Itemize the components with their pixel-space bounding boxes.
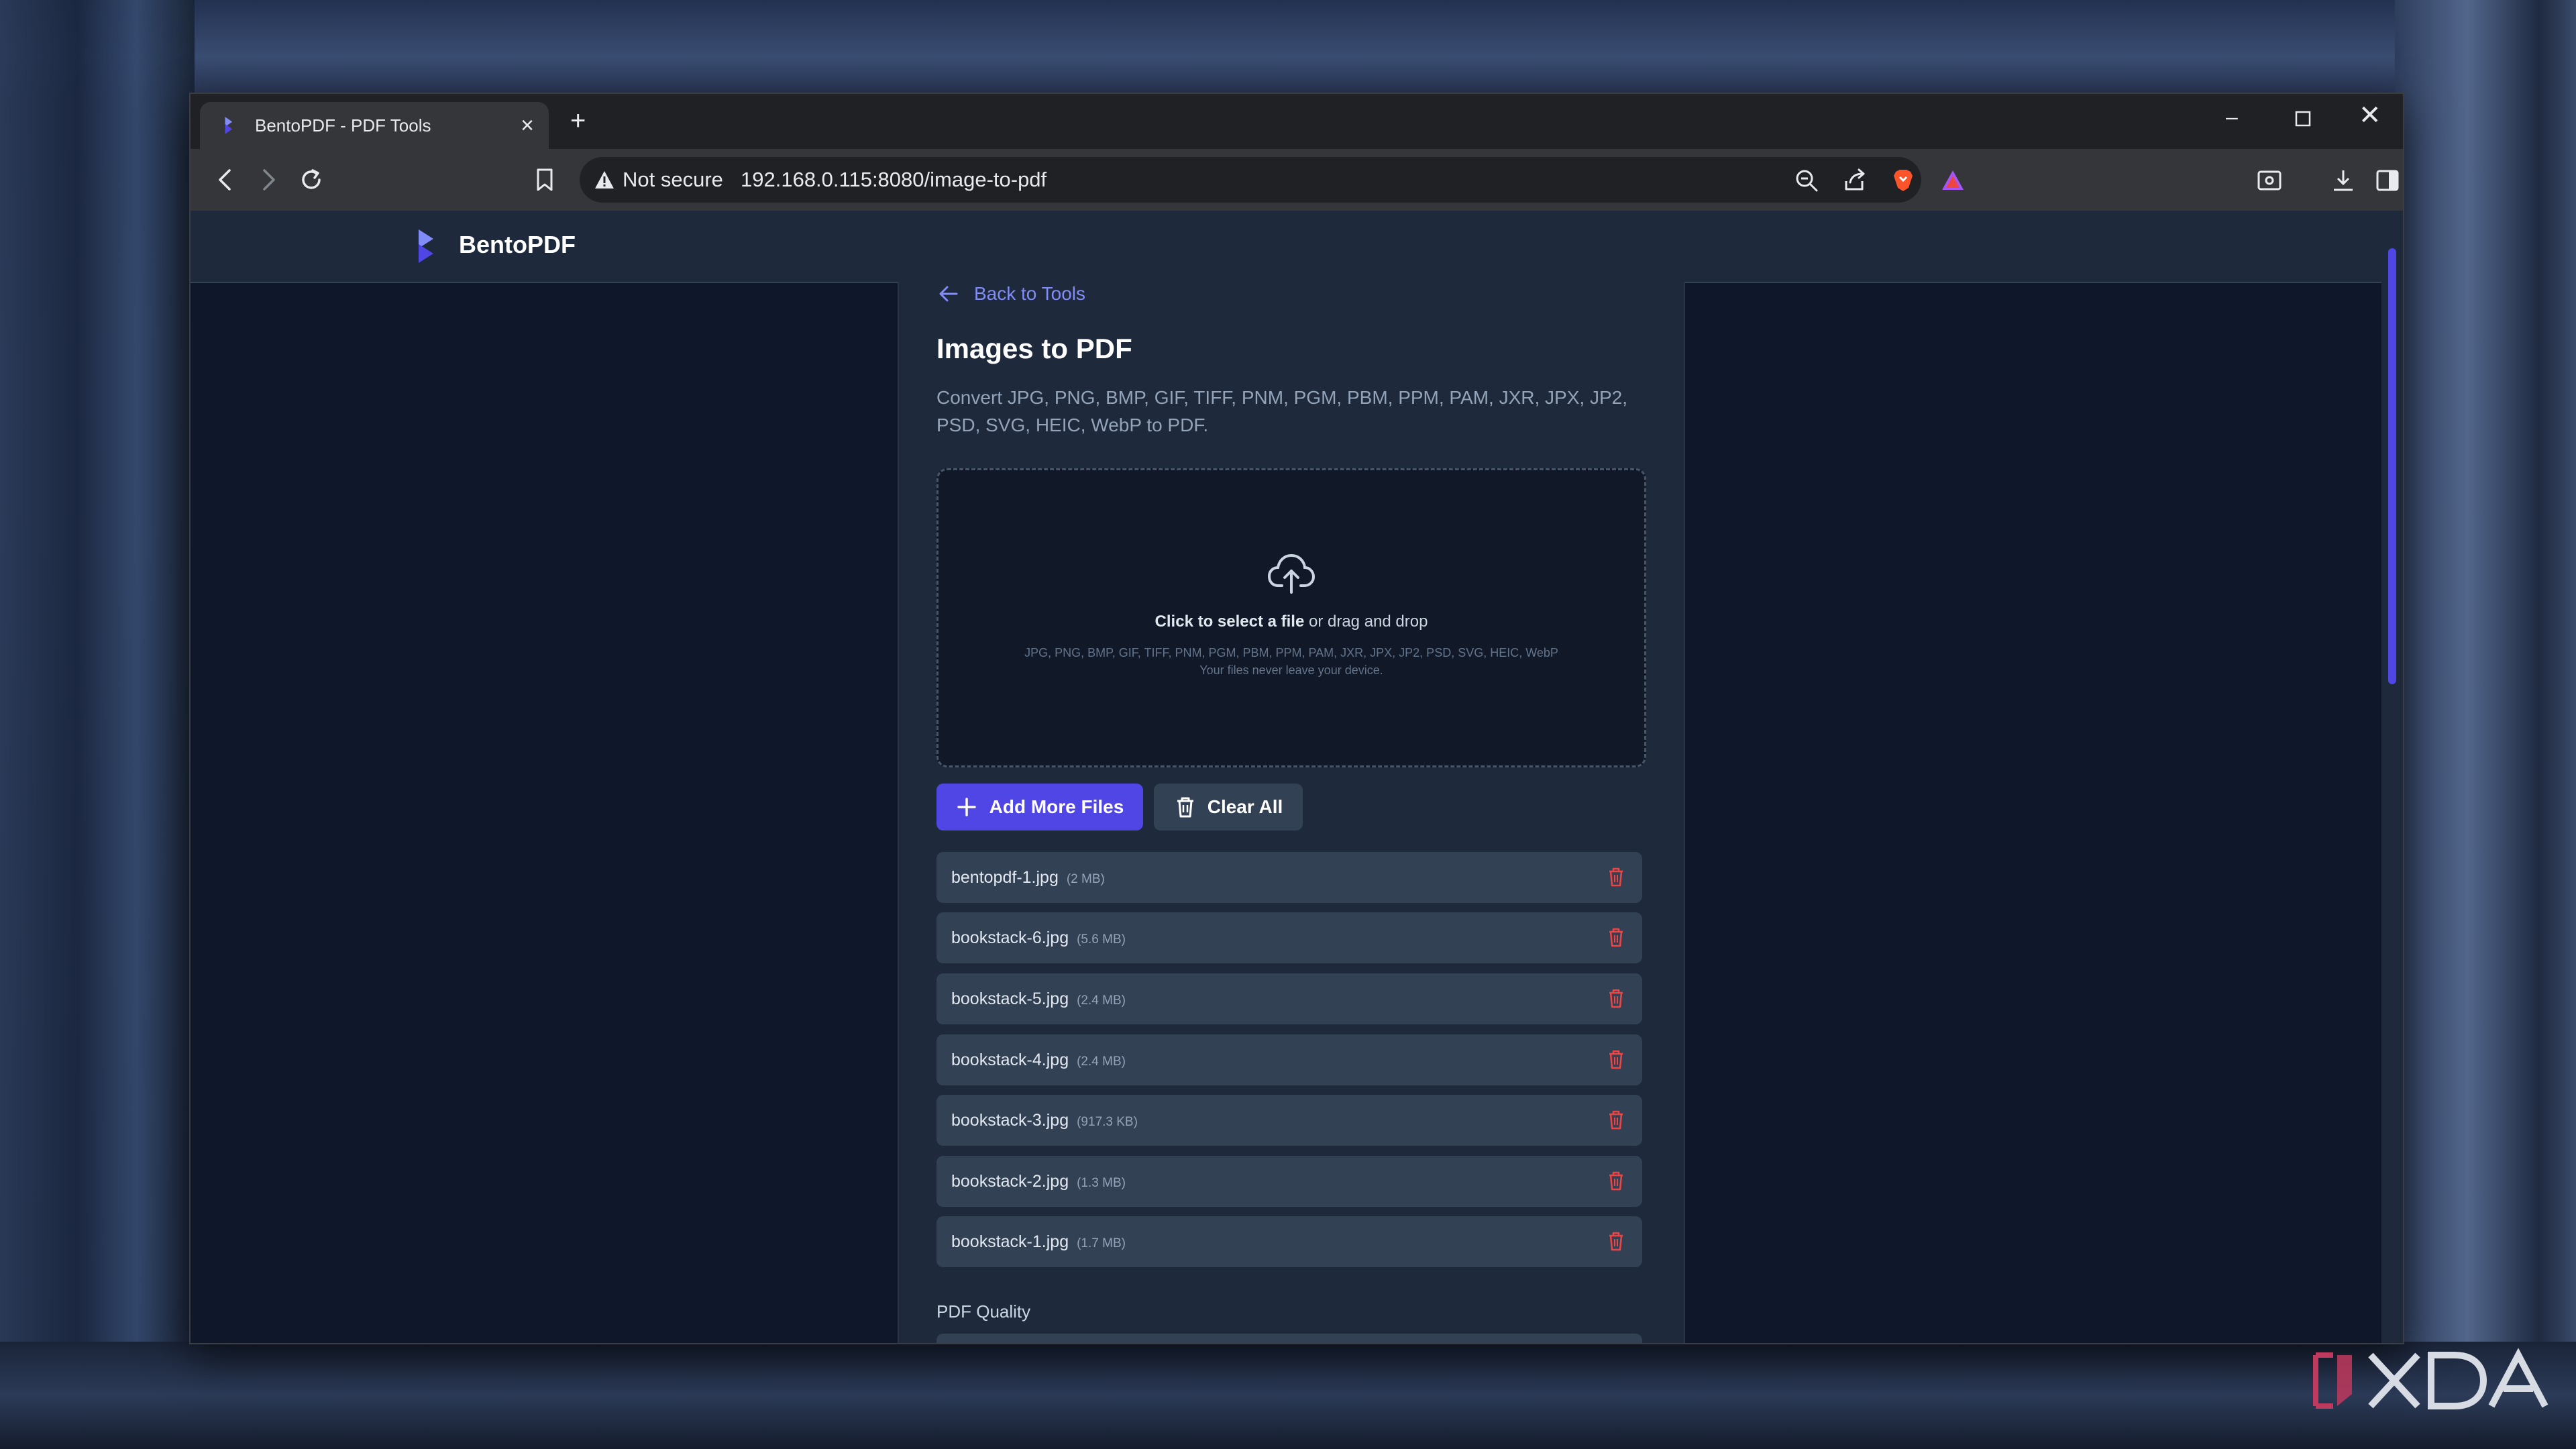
file-size: (1.7 MB) <box>1077 1236 1126 1250</box>
back-to-tools-label: Back to Tools <box>974 283 1086 304</box>
file-name: bookstack-4.jpg (2.4 MB) <box>951 1051 1126 1070</box>
forward-arrow-icon[interactable] <box>255 166 282 193</box>
file-name: bookstack-1.jpg (1.7 MB) <box>951 1232 1126 1252</box>
site-header: BentoPDF <box>191 211 2381 283</box>
back-arrow-icon[interactable] <box>212 166 239 193</box>
back-to-tools-link[interactable]: Back to Tools <box>936 282 1085 306</box>
dropzone-drag-text: or drag and drop <box>1304 612 1428 631</box>
brave-shields-icon[interactable] <box>1890 168 1916 193</box>
dropzone-formats: JPG, PNG, BMP, GIF, TIFF, PNM, PGM, PBM,… <box>1024 646 1558 659</box>
file-list-item: bookstack-5.jpg (2.4 MB) <box>936 973 1642 1024</box>
dropzone-instruction: Click to select a file or drag and drop <box>938 612 1644 631</box>
reload-icon[interactable] <box>298 166 325 193</box>
browser-toolbar: Not secure 192.168.0.115:8080/image-to-p… <box>191 149 2403 211</box>
delete-file-icon[interactable] <box>1605 1169 1627 1192</box>
file-name-text: bookstack-4.jpg <box>951 1051 1069 1069</box>
dropzone-click-text: Click to select a file <box>1155 612 1305 631</box>
file-name-text: bentopdf-1.jpg <box>951 868 1059 887</box>
delete-file-icon[interactable] <box>1605 926 1627 949</box>
page-description: Convert JPG, PNG, BMP, GIF, TIFF, PNM, P… <box>936 387 1627 435</box>
cloud-upload-icon <box>1267 553 1316 594</box>
new-tab-icon[interactable]: + <box>570 107 586 134</box>
file-name: bentopdf-1.jpg (2 MB) <box>951 868 1105 888</box>
clear-all-button[interactable]: Clear All <box>1154 784 1303 830</box>
delete-file-icon[interactable] <box>1605 987 1627 1010</box>
share-icon[interactable] <box>1842 168 1868 193</box>
desktop-background-left <box>0 0 195 1449</box>
warning-icon <box>595 171 614 189</box>
screenshot-icon[interactable] <box>2257 168 2282 193</box>
dropzone-privacy-note: Your files never leave your device. <box>1199 663 1383 677</box>
delete-file-icon[interactable] <box>1605 865 1627 888</box>
file-size: (2 MB) <box>1066 872 1105 886</box>
bentopdf-favicon-icon <box>225 117 233 134</box>
file-name: bookstack-5.jpg (2.4 MB) <box>951 989 1126 1009</box>
tab-strip: BentoPDF - PDF Tools × + – ✕ <box>191 94 2403 149</box>
file-name: bookstack-6.jpg (5.6 MB) <box>951 928 1126 948</box>
file-name-text: bookstack-2.jpg <box>951 1172 1069 1191</box>
file-size: (5.6 MB) <box>1077 932 1126 947</box>
address-bar[interactable]: Not secure 192.168.0.115:8080/image-to-p… <box>580 157 1964 203</box>
file-list-item: bookstack-1.jpg (1.7 MB) <box>936 1216 1642 1267</box>
file-size: (917.3 KB) <box>1077 1115 1138 1129</box>
brand-name[interactable]: BentoPDF <box>459 231 576 259</box>
add-more-files-button[interactable]: Add More Files <box>936 784 1143 830</box>
tool-panel: Back to Tools Images to PDF Convert JPG,… <box>898 282 1685 1343</box>
window-close-icon[interactable]: ✕ <box>2359 102 2381 129</box>
tab-bentopdf[interactable]: BentoPDF - PDF Tools × <box>200 102 549 149</box>
bookmark-icon[interactable] <box>531 166 558 193</box>
pdf-quality-label: PDF Quality <box>936 1301 1031 1322</box>
maximize-icon[interactable] <box>2294 110 2312 127</box>
file-list-item: bentopdf-1.jpg (2 MB) <box>936 852 1642 903</box>
file-list-item: bookstack-3.jpg (917.3 KB) <box>936 1095 1642 1146</box>
file-name: bookstack-3.jpg (917.3 KB) <box>951 1111 1138 1130</box>
file-list-item: bookstack-2.jpg (1.3 MB) <box>936 1156 1642 1207</box>
xda-watermark-logo <box>2313 1348 2548 1409</box>
file-name-text: bookstack-3.jpg <box>951 1111 1069 1130</box>
zoom-icon[interactable] <box>1794 168 1819 193</box>
delete-file-icon[interactable] <box>1605 1048 1627 1071</box>
file-size: (1.3 MB) <box>1077 1176 1126 1190</box>
file-name: bookstack-2.jpg (1.3 MB) <box>951 1172 1126 1191</box>
arrow-left-icon <box>939 286 958 302</box>
minimize-icon[interactable]: – <box>2226 106 2238 127</box>
pdf-quality-select[interactable] <box>936 1334 1642 1343</box>
trash-icon <box>1177 797 1193 818</box>
file-name-text: bookstack-1.jpg <box>951 1232 1069 1251</box>
file-size: (2.4 MB) <box>1077 994 1126 1008</box>
bentopdf-logo-icon[interactable] <box>415 228 441 266</box>
brave-rewards-icon[interactable] <box>1940 168 1966 193</box>
plus-icon <box>957 798 976 816</box>
file-name-text: bookstack-6.jpg <box>951 928 1069 947</box>
clear-all-label: Clear All <box>1207 796 1283 817</box>
not-secure-label[interactable]: Not secure <box>623 168 723 192</box>
tab-close-icon[interactable]: × <box>521 114 534 137</box>
page-scrollbar-thumb[interactable] <box>2388 248 2396 684</box>
delete-file-icon[interactable] <box>1605 1108 1627 1131</box>
desktop-background-top <box>0 0 2576 94</box>
file-dropzone[interactable]: Click to select a file or drag and drop … <box>936 468 1646 767</box>
delete-file-icon[interactable] <box>1605 1230 1627 1252</box>
file-list-item: bookstack-6.jpg (5.6 MB) <box>936 912 1642 963</box>
file-size: (2.4 MB) <box>1077 1055 1126 1069</box>
desktop-background-bottom <box>0 1342 2576 1449</box>
page-viewport: BentoPDF Back to Tools Images to PDF Con… <box>191 211 2381 1343</box>
sidebar-icon[interactable] <box>2375 168 2400 193</box>
browser-window: BentoPDF - PDF Tools × + – ✕ Not secure … <box>189 93 2404 1344</box>
downloads-icon[interactable] <box>2330 168 2356 193</box>
page-title: Images to PDF <box>936 333 1132 364</box>
desktop-background-right <box>2395 0 2576 1449</box>
file-list-item: bookstack-4.jpg (2.4 MB) <box>936 1034 1642 1085</box>
tab-title: BentoPDF - PDF Tools <box>255 115 431 136</box>
url-text[interactable]: 192.168.0.115:8080/image-to-pdf <box>741 168 1046 192</box>
file-name-text: bookstack-5.jpg <box>951 989 1069 1008</box>
add-more-files-label: Add More Files <box>989 796 1124 817</box>
